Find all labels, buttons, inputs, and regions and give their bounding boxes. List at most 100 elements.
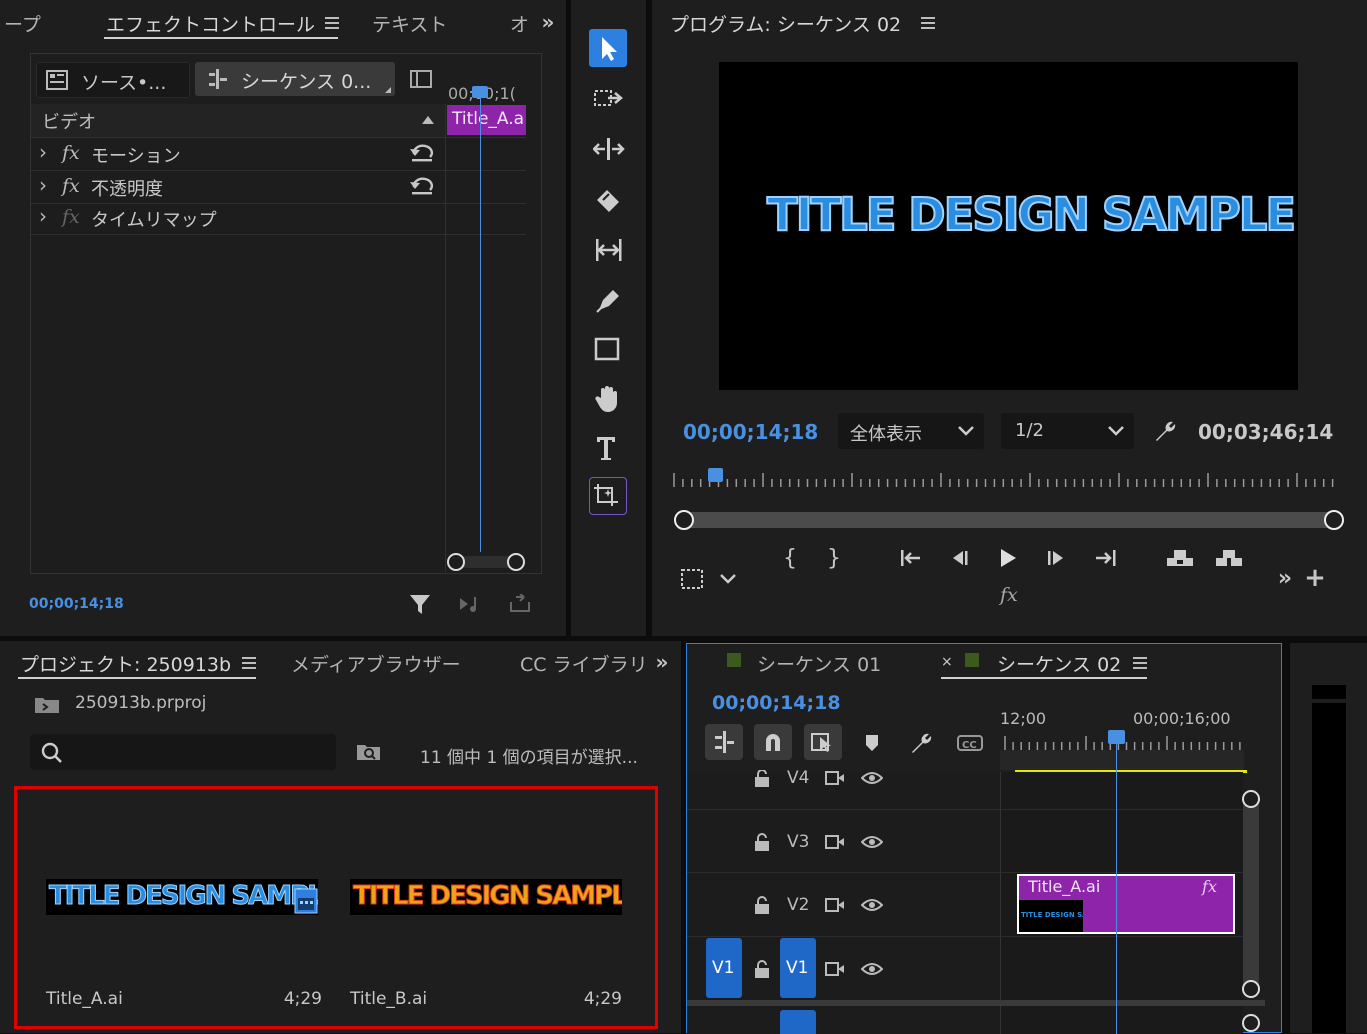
tab-project[interactable]: プロジェクト: 250913b — [20, 650, 231, 677]
more-controls-icon[interactable]: » — [1274, 566, 1296, 591]
settings-wrench-icon[interactable] — [1152, 418, 1178, 444]
play-icon[interactable] — [997, 547, 1019, 569]
vertical-scrollbar[interactable] — [1242, 790, 1260, 998]
zoom-handle-right[interactable] — [507, 553, 525, 571]
insert-sequence-nested-button[interactable] — [705, 724, 743, 760]
eye-icon[interactable] — [861, 961, 883, 977]
tab-text[interactable]: テキスト — [372, 10, 447, 37]
eye-icon[interactable] — [861, 770, 883, 786]
tab-sequence-01[interactable]: シーケンス 01 — [757, 650, 881, 677]
tab-sequence-02[interactable]: シーケンス 02 — [997, 650, 1121, 677]
resolution-select[interactable]: 1/2 — [1001, 413, 1134, 449]
track-target-v1[interactable]: V1 — [780, 938, 816, 998]
expand-chevron-icon[interactable]: › — [39, 204, 47, 228]
scroll-handle-bottom[interactable] — [1242, 980, 1260, 998]
scroll-handle-top[interactable] — [1242, 790, 1260, 808]
fx-icon[interactable]: fx — [62, 142, 80, 164]
overflow-chevron-icon[interactable]: » — [536, 10, 560, 34]
track-select-tool-icon[interactable] — [593, 86, 625, 114]
scroll-handle-audio[interactable] — [1242, 1014, 1260, 1032]
find-bin-icon[interactable] — [356, 741, 382, 763]
mini-timeline-clip[interactable]: Title_A.a — [447, 105, 526, 135]
program-video-frame[interactable]: TITLE DESIGN SAMPLE — [719, 62, 1298, 390]
track-v3[interactable]: V3 — [687, 810, 1244, 872]
program-zoom-scrollbar[interactable] — [674, 510, 1344, 530]
lock-icon[interactable] — [753, 895, 771, 915]
razor-tool-icon[interactable] — [593, 186, 625, 214]
linked-selection-button[interactable] — [804, 724, 842, 760]
zoom-handle-left[interactable] — [447, 553, 465, 571]
eye-icon[interactable] — [861, 834, 883, 850]
effect-row-opacity[interactable]: › fx 不透明度 — [31, 171, 445, 203]
tab-cc-libraries[interactable]: CC ライブラリ — [520, 650, 644, 677]
lock-icon[interactable] — [753, 832, 771, 852]
sequence-button[interactable]: シーケンス 0... — [195, 62, 395, 96]
reset-icon[interactable] — [409, 175, 435, 197]
source-patch-v1[interactable]: V1 — [706, 938, 742, 998]
toggle-sync-icon[interactable] — [825, 770, 845, 786]
panel-menu-icon[interactable] — [242, 657, 256, 669]
timeline-playhead-handle[interactable] — [1108, 730, 1125, 744]
mark-out-icon[interactable]: } — [824, 546, 844, 571]
tab-next-partial[interactable]: オ — [510, 10, 529, 37]
effect-row-motion[interactable]: › fx モーション — [31, 138, 445, 170]
go-to-out-icon[interactable] — [1094, 548, 1118, 568]
search-input[interactable] — [30, 734, 336, 770]
ripple-edit-tool-icon[interactable] — [593, 136, 625, 164]
program-time-ruler[interactable] — [672, 463, 1342, 493]
zoom-handle-left[interactable] — [674, 510, 694, 530]
toggle-timeline-view-icon[interactable] — [410, 70, 432, 88]
tab-effect-controls[interactable]: エフェクトコントロール — [106, 10, 315, 37]
eye-icon[interactable] — [861, 897, 883, 913]
column-divider[interactable] — [445, 104, 446, 572]
pen-tool-icon[interactable] — [593, 286, 625, 314]
lock-icon[interactable] — [753, 770, 771, 788]
add-marker-icon[interactable] — [863, 733, 881, 753]
expand-chevron-icon[interactable]: › — [39, 173, 47, 197]
video-audio-divider[interactable] — [687, 1000, 1265, 1006]
slip-tool-icon[interactable] — [593, 236, 625, 264]
mark-in-icon[interactable]: { — [780, 546, 800, 571]
zoom-handle-right[interactable] — [1324, 510, 1344, 530]
timeline-clip-title-a[interactable]: Title_A.ai fx TITLE DESIGN SAMPLE — [1017, 874, 1235, 934]
track-v1[interactable]: V1 V1 — [687, 937, 1244, 999]
step-back-icon[interactable] — [949, 549, 971, 567]
mini-zoom-scrollbar[interactable] — [447, 553, 525, 571]
current-timecode[interactable]: 00;00;14;18 — [683, 420, 818, 444]
generative-extend-tool-button[interactable] — [589, 477, 627, 515]
go-to-in-icon[interactable] — [898, 548, 922, 568]
timeline-settings-wrench-icon[interactable] — [909, 731, 933, 755]
button-editor-plus-icon[interactable]: + — [1304, 563, 1326, 593]
rectangle-tool-icon[interactable] — [593, 336, 625, 364]
captions-icon[interactable]: CC — [957, 733, 983, 753]
timeline-timecode[interactable]: 00;00;14;18 — [712, 692, 841, 714]
extract-icon[interactable] — [1214, 546, 1244, 568]
lift-icon[interactable] — [1165, 546, 1195, 568]
expand-chevron-icon[interactable]: › — [39, 140, 47, 164]
zoom-select[interactable]: 全体表示 — [838, 413, 984, 449]
type-tool-icon[interactable] — [593, 434, 625, 462]
source-button[interactable]: ソース•... — [36, 62, 190, 98]
toggle-sync-icon[interactable] — [825, 961, 845, 977]
close-tab-icon[interactable]: × — [941, 654, 953, 670]
project-item-title-b[interactable]: TITLE DESIGN SAMPLE Title_B.ai 4;29 — [350, 871, 622, 1011]
fx-icon[interactable]: fx — [62, 175, 80, 197]
collapse-triangle-icon[interactable] — [422, 116, 434, 124]
fx-badge[interactable]: fx — [1000, 584, 1018, 606]
tab-previous-partial[interactable]: ープ — [4, 10, 41, 37]
effect-row-time-remap[interactable]: › fx タイムリマップ — [31, 204, 445, 234]
hand-tool-icon[interactable] — [593, 384, 625, 414]
step-forward-icon[interactable] — [1045, 549, 1067, 567]
track-v4[interactable]: V4 — [687, 770, 1244, 810]
snap-button[interactable] — [754, 724, 792, 760]
lock-icon[interactable] — [753, 959, 771, 979]
clip-fx-badge[interactable]: fx — [1202, 877, 1217, 896]
panel-menu-icon[interactable] — [921, 17, 935, 29]
program-playhead[interactable] — [708, 468, 723, 482]
export-icon[interactable] — [508, 594, 532, 614]
toggle-sync-icon[interactable] — [825, 897, 845, 913]
project-item-title-a[interactable]: TITLE DESIGN SAMPL Title_A.ai 4;29 — [46, 871, 322, 1011]
effect-controls-timecode[interactable]: 00;00;14;18 — [29, 596, 124, 612]
mini-playhead-handle[interactable] — [472, 86, 488, 98]
reset-icon[interactable] — [409, 142, 435, 164]
